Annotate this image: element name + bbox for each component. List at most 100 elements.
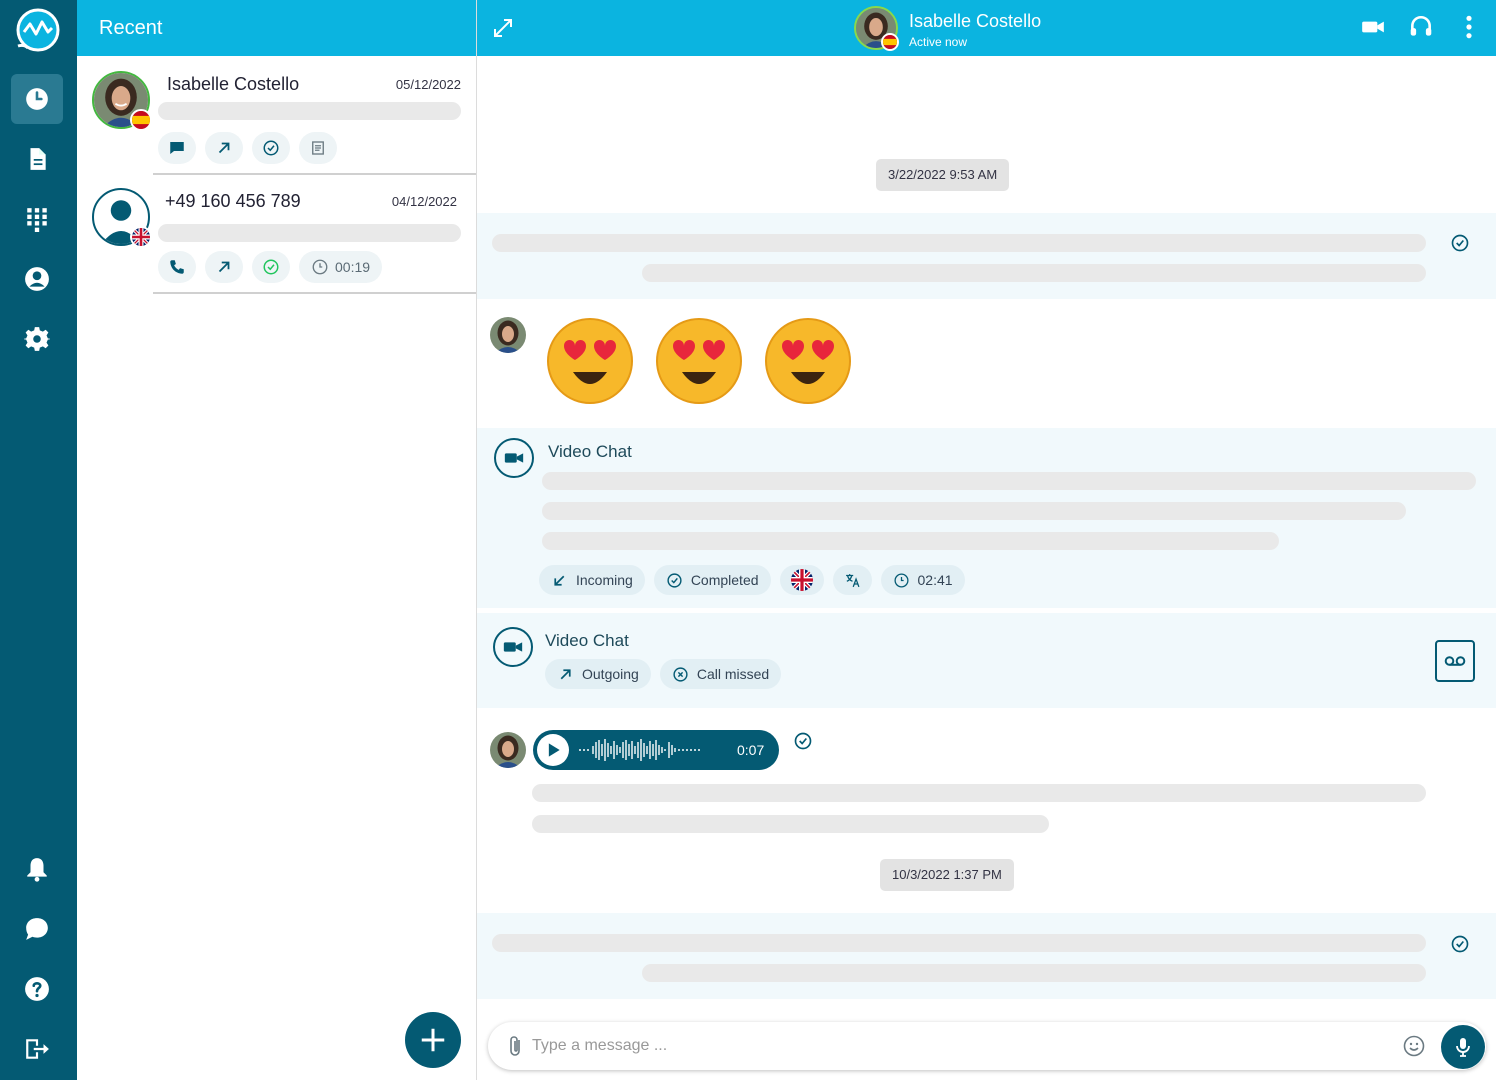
recent-contact-item[interactable]: Isabelle Costello 05/12/2022	[77, 56, 477, 174]
rail-help-button[interactable]	[11, 964, 63, 1014]
arrow-outgoing-icon	[218, 261, 230, 273]
date-separator: 10/3/2022 1:37 PM	[880, 859, 1014, 891]
logout-icon	[26, 1039, 49, 1059]
call-title: Video Chat	[545, 631, 629, 650]
paperclip-icon[interactable]	[504, 1034, 528, 1058]
microphone-button[interactable]	[1441, 1025, 1485, 1069]
sent-check-icon	[1451, 234, 1469, 252]
audio-waveform-icon[interactable]	[577, 737, 727, 763]
status-chip	[252, 251, 290, 283]
direction-tag: Incoming	[539, 565, 645, 595]
rail-documents-button[interactable]	[11, 134, 63, 184]
emoji-icon[interactable]	[1402, 1034, 1426, 1058]
result-tag: Completed	[653, 565, 771, 595]
call-duration: 00:19	[335, 259, 371, 275]
message-preview-skeleton	[158, 224, 461, 242]
chat-bubble-icon	[26, 918, 48, 940]
rail-profile-button[interactable]	[11, 254, 63, 304]
more-vertical-icon[interactable]	[1456, 14, 1482, 40]
duration-label: 02:41	[917, 572, 953, 588]
arrow-incoming-icon	[554, 575, 565, 586]
phone-icon	[170, 260, 184, 274]
result-tag: Call missed	[659, 659, 782, 689]
notes-icon	[312, 141, 324, 155]
message-input[interactable]	[532, 1032, 1392, 1060]
check-circle-icon	[263, 140, 279, 156]
translate-tag	[832, 565, 872, 595]
sent-check-icon	[794, 732, 812, 750]
call-note-skeleton	[542, 532, 1279, 550]
microphone-icon	[1456, 1038, 1470, 1057]
heart-eyes-emoji-icon	[765, 318, 851, 404]
call-type-chip	[158, 251, 196, 283]
message-skeleton	[492, 934, 1426, 952]
uk-flag-icon	[790, 569, 813, 591]
translate-icon	[845, 573, 859, 587]
call-note-skeleton	[542, 502, 1406, 520]
check-circle-icon	[667, 572, 682, 588]
user-circle-icon	[25, 267, 49, 291]
message-skeleton	[492, 234, 1426, 252]
direction-label: Incoming	[576, 572, 633, 588]
header-contact-name: Isabelle Costello	[909, 11, 1042, 31]
message-icon	[170, 142, 184, 154]
contact-name: Isabelle Costello	[167, 74, 300, 94]
spain-flag-icon	[881, 33, 899, 51]
recent-title: Recent	[77, 0, 476, 56]
direction-chip	[205, 251, 243, 283]
arrow-outgoing-icon	[560, 668, 571, 679]
message-avatar	[490, 732, 526, 768]
rail-notifications-button[interactable]	[11, 844, 63, 894]
expand-icon[interactable]	[491, 16, 515, 40]
rail-recent-button[interactable]	[11, 74, 63, 124]
check-circle-green-icon	[263, 259, 279, 275]
recent-contact-item[interactable]: +49 160 456 789 04/12/2022 00:19	[77, 175, 477, 293]
voicemail-icon	[1444, 656, 1466, 666]
rail-chat-button[interactable]	[11, 904, 63, 954]
heart-eyes-emoji-icon	[547, 318, 633, 404]
video-camera-icon	[503, 642, 523, 652]
new-conversation-button[interactable]	[405, 1012, 461, 1068]
contact-name: +49 160 456 789	[165, 191, 301, 211]
call-record-row: Video Chat Incoming Completed 02:41	[477, 428, 1496, 608]
duration-tag: 02:41	[880, 565, 965, 595]
headset-icon[interactable]	[1408, 14, 1434, 40]
message-avatar	[490, 317, 526, 353]
left-rail	[0, 0, 77, 1080]
video-camera-icon[interactable]	[1360, 14, 1386, 40]
gear-icon	[24, 327, 50, 351]
clock-outline-icon	[894, 572, 909, 588]
message-row	[477, 213, 1496, 299]
list-divider	[153, 292, 476, 294]
contact-avatar	[92, 188, 152, 248]
result-label: Call missed	[696, 666, 770, 682]
result-label: Completed	[690, 572, 759, 588]
message-row	[477, 913, 1496, 999]
x-circle-icon	[673, 666, 688, 682]
message-composer	[488, 1022, 1486, 1070]
uk-flag-icon	[130, 226, 152, 248]
date-separator: 3/22/2022 9:53 AM	[876, 159, 1010, 191]
message-skeleton	[642, 964, 1426, 982]
audio-message-player: 0:07	[533, 730, 779, 770]
rail-settings-button[interactable]	[11, 314, 63, 364]
call-record-row: Video Chat Outgoing Call missed	[477, 613, 1496, 708]
direction-chip	[205, 132, 243, 164]
person-photo-icon	[490, 317, 526, 353]
message-skeleton	[532, 784, 1426, 802]
voicemail-button[interactable]	[1435, 640, 1475, 682]
message-preview-skeleton	[158, 102, 461, 120]
call-title: Video Chat	[548, 442, 632, 461]
duration-chip: 00:19	[299, 251, 383, 283]
contact-date: 05/12/2022	[395, 77, 461, 92]
rail-dialpad-button[interactable]	[11, 194, 63, 244]
clock-icon	[26, 88, 48, 110]
bell-icon	[27, 858, 47, 882]
video-camera-icon	[504, 453, 524, 463]
person-photo-icon	[490, 732, 526, 768]
contact-date: 04/12/2022	[391, 194, 457, 209]
play-button[interactable]	[537, 734, 569, 766]
rail-logout-button[interactable]	[11, 1024, 63, 1074]
recent-panel: Recent Isabelle Costello 05/12/2022 +49 …	[77, 0, 477, 1080]
play-icon	[548, 743, 560, 757]
